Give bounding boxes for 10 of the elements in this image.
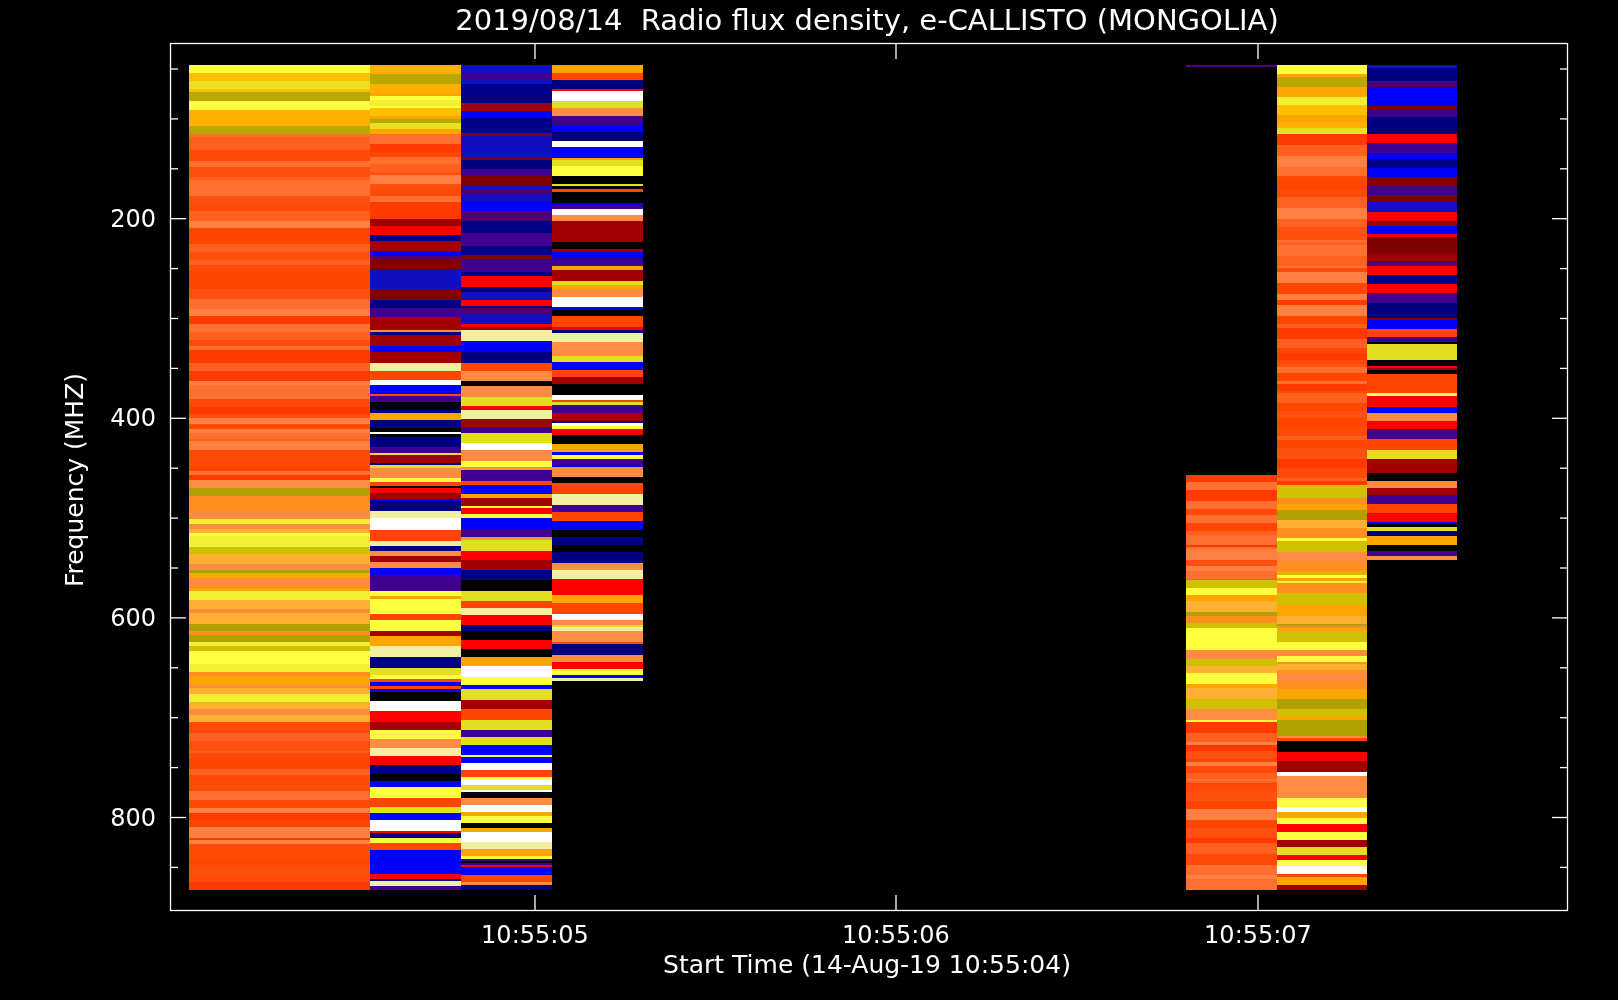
- tick-label: 200: [110, 207, 156, 231]
- axis-label: Frequency (MHZ): [61, 372, 87, 588]
- axis-label: Start Time (14-Aug-19 10:55:04): [663, 952, 1071, 977]
- tick-label: 600: [110, 606, 156, 630]
- tick-label: 10:55:07: [1204, 923, 1312, 947]
- tick-label: 800: [110, 806, 156, 830]
- tick-label: 400: [110, 406, 156, 430]
- chart-title: 2019/08/14 Radio flux density, e-CALLISTO (MONGOLIA): [455, 6, 1279, 35]
- tick-label: 10:55:05: [481, 923, 589, 947]
- tick-label: 10:55:06: [842, 923, 950, 947]
